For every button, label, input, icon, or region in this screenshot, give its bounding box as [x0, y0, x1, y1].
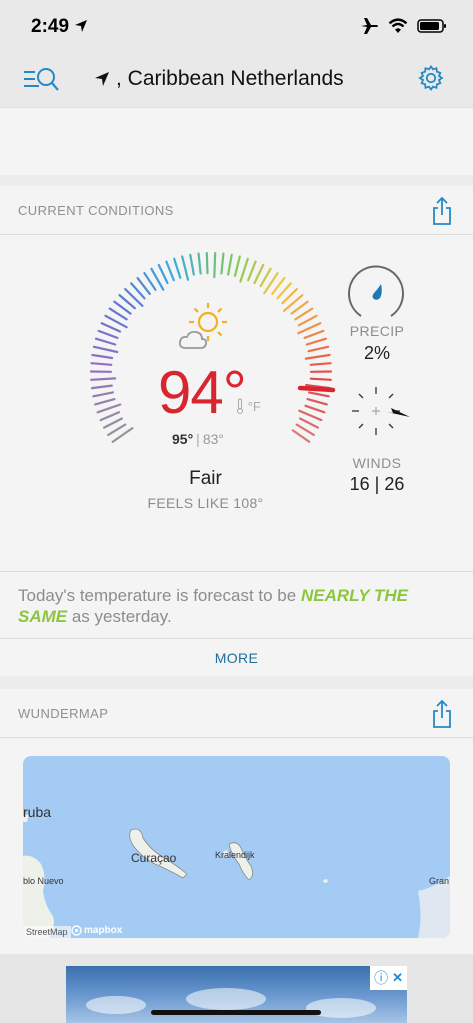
precip-dial-icon: [348, 265, 404, 317]
more-button[interactable]: MORE: [0, 639, 473, 666]
gauge-tick: [253, 263, 265, 285]
gauge-tick: [197, 252, 202, 275]
wundermap-header: WUNDERMAP: [0, 689, 473, 738]
gauge-tick: [157, 263, 169, 285]
gauge-tick: [304, 404, 326, 414]
gauge-tick: [90, 362, 113, 366]
gauge-tick: [165, 260, 175, 282]
gauge-tick: [107, 423, 127, 436]
gauge-tick: [303, 329, 325, 339]
map-attribution[interactable]: StreetMap: [23, 926, 71, 938]
map-label-gran: Gran: [429, 876, 450, 886]
wundermap-title: WUNDERMAP: [18, 706, 109, 721]
temperature-unit-label: °F: [247, 399, 261, 414]
gauge-tick: [92, 391, 115, 398]
forecast-comparison-text: Today's temperature is forecast to be NE…: [18, 585, 458, 627]
sun-cloud-icon: [178, 303, 227, 349]
thermometer-icon: [237, 398, 243, 414]
mapbox-logo: mapbox: [71, 925, 122, 936]
current-temperature: 94°: [158, 359, 247, 426]
gauge-tick: [299, 417, 319, 429]
map-label-aruba: ruba: [23, 804, 52, 820]
map-label-kralendijk: Kralendijk: [215, 850, 255, 860]
map-label-curacao: Curaçao: [131, 851, 177, 865]
gauge-tick: [205, 252, 209, 275]
gauge-tick: [308, 391, 330, 398]
ad-cloud: [306, 998, 376, 1018]
gauge-tick: [220, 252, 225, 275]
map-land-shapes: [23, 814, 450, 938]
high-low-temps: 95° | 83°: [172, 431, 224, 447]
gauge-tick: [297, 314, 318, 327]
gauge-current-marker: [297, 385, 336, 393]
high-temp: 95°: [172, 431, 194, 447]
gauge-tick: [181, 255, 190, 281]
forecast-comparison: Today's temperature is forecast to be NE…: [0, 571, 473, 638]
gauge-tick: [306, 398, 328, 406]
wundermap-card: WUNDERMAP ruba Curaçao Kralendijk blo Nu…: [0, 689, 473, 954]
gauge-tick: [305, 337, 328, 346]
gauge-tick: [233, 255, 241, 277]
high-low-separator: |: [196, 431, 200, 447]
ad-controls: ⓘ ✕: [370, 966, 407, 990]
gauge-tick: [92, 345, 119, 354]
info-icon[interactable]: ⓘ: [374, 968, 388, 988]
gauge-tick: [100, 322, 122, 333]
gauge-tick: [102, 417, 124, 429]
wind-compass-icon: [352, 387, 410, 435]
wundermap-map[interactable]: ruba Curaçao Kralendijk blo Nuevo Gran S…: [23, 756, 450, 938]
home-indicator[interactable]: [151, 1010, 321, 1015]
gauge-tick: [213, 252, 217, 279]
gauge-tick: [90, 377, 117, 381]
gauge-tick: [90, 384, 113, 390]
forecast-suffix: as yesterday.: [67, 607, 172, 626]
gauge-tick: [309, 377, 332, 381]
more-band: MORE: [0, 638, 473, 676]
feels-like-text: FEELS LIKE 108°: [147, 495, 264, 511]
share-map-button[interactable]: [431, 699, 453, 734]
gauge-tick: [259, 267, 272, 288]
gauge-tick: [291, 429, 311, 443]
map-label-pueblo-nuevo: blo Nuevo: [23, 876, 64, 886]
mapbox-logo-text: mapbox: [84, 925, 123, 936]
gauge-tick: [94, 398, 116, 406]
gauge-tick: [227, 253, 233, 276]
gauge-tick: [247, 260, 257, 282]
gauge-tick: [94, 337, 117, 346]
winds-label: WINDS: [352, 455, 402, 471]
gauge-tick: [96, 403, 122, 414]
gauge-tick: [304, 353, 331, 360]
close-icon[interactable]: ✕: [392, 970, 403, 986]
gauge-tick: [309, 362, 332, 366]
mapbox-icon: [71, 925, 82, 936]
low-temp: 83°: [202, 431, 224, 447]
gauge-tick: [97, 329, 119, 339]
gauge-tick: [189, 253, 195, 276]
gauge-tick: [239, 257, 249, 283]
ad-cloud: [186, 988, 266, 1010]
gauge-tick: [99, 411, 121, 422]
precip-value: 2%: [363, 343, 390, 363]
precip-label: PRECIP: [349, 323, 405, 339]
temperature-unit: °F: [236, 398, 261, 414]
winds-value: 16 | 26: [349, 474, 405, 494]
gauge-tick: [307, 345, 330, 353]
gauge-tick: [91, 353, 114, 360]
gauge-tick: [295, 423, 315, 436]
forecast-prefix: Today's temperature is forecast to be: [18, 586, 301, 605]
ad-cloud: [86, 996, 146, 1014]
gauge-tick: [173, 257, 182, 279]
share-icon: [433, 699, 451, 728]
